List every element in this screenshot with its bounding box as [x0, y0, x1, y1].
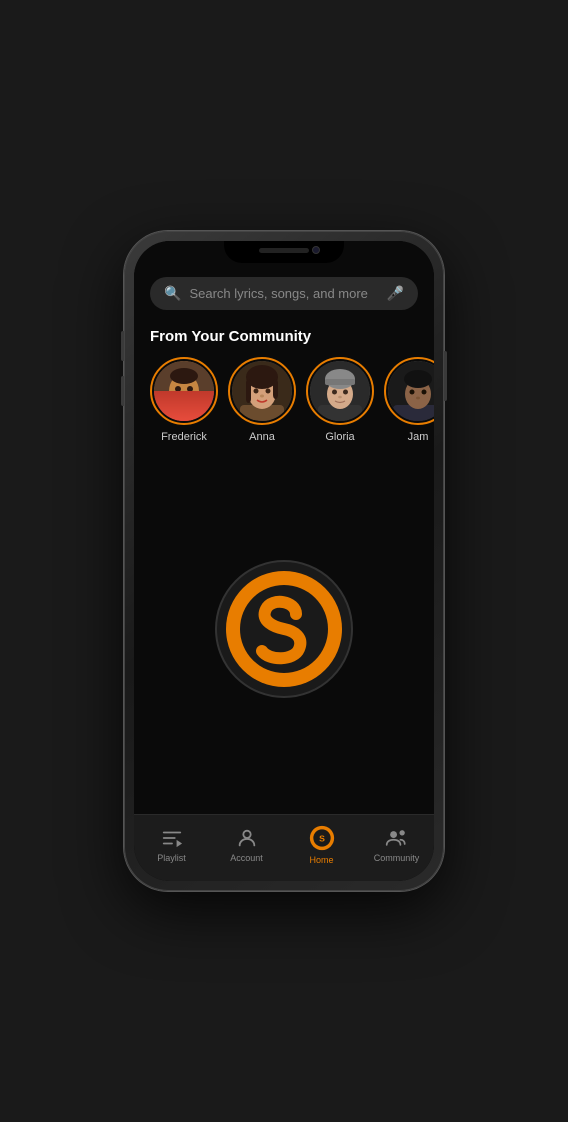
microphone-icon[interactable]: 🎤 [387, 285, 404, 302]
search-bar[interactable]: 🔍 Search lyrics, songs, and more 🎤 [150, 277, 418, 310]
avatar-jam [388, 361, 434, 421]
screen-content: 🔍 Search lyrics, songs, and more 🎤 From … [134, 241, 434, 814]
avatar-gloria [310, 361, 370, 421]
community-section-title: From Your Community [150, 328, 418, 345]
community-icon [385, 827, 409, 849]
search-icon: 🔍 [164, 285, 181, 302]
svg-text:S: S [319, 833, 325, 843]
phone-screen: 🔍 Search lyrics, songs, and more 🎤 From … [134, 241, 434, 881]
avatar-ring-gloria [306, 357, 374, 425]
tab-bar: Playlist Account S Home [134, 814, 434, 881]
avatar-anna [232, 361, 292, 421]
community-member-jam[interactable]: Jam [384, 357, 434, 443]
tab-label-account: Account [230, 853, 263, 863]
account-icon [236, 827, 258, 849]
community-member-gloria[interactable]: Gloria [306, 357, 374, 443]
community-member-anna[interactable]: Anna [228, 357, 296, 443]
avatar-frederick [154, 361, 214, 421]
avatar-ring-frederick [150, 357, 218, 425]
member-name-frederick: Frederick [161, 431, 207, 443]
avatar-ring-jam [384, 357, 434, 425]
search-input[interactable]: Search lyrics, songs, and more [189, 286, 378, 301]
soundhound-logo[interactable] [214, 559, 354, 699]
volume-down-button [121, 376, 124, 406]
notch [224, 241, 344, 263]
phone-frame: 🔍 Search lyrics, songs, and more 🎤 From … [124, 231, 444, 891]
camera [312, 246, 320, 254]
logo-area[interactable] [134, 443, 434, 814]
tab-playlist[interactable]: Playlist [134, 827, 209, 863]
community-member-frederick[interactable]: Frederick [150, 357, 218, 443]
member-name-jam: Jam [408, 431, 429, 443]
member-name-gloria: Gloria [325, 431, 354, 443]
avatar-ring-anna [228, 357, 296, 425]
home-icon: S [309, 825, 335, 851]
tab-label-home: Home [309, 855, 333, 865]
tab-label-playlist: Playlist [157, 853, 186, 863]
tab-label-community: Community [374, 853, 420, 863]
community-members-row: Frederick [134, 357, 434, 443]
tab-home[interactable]: S Home [284, 825, 359, 865]
playlist-icon [161, 827, 183, 849]
volume-up-button [121, 331, 124, 361]
tab-account[interactable]: Account [209, 827, 284, 863]
member-name-anna: Anna [249, 431, 275, 443]
speaker [259, 248, 309, 253]
tab-community[interactable]: Community [359, 827, 434, 863]
power-button [444, 351, 447, 401]
